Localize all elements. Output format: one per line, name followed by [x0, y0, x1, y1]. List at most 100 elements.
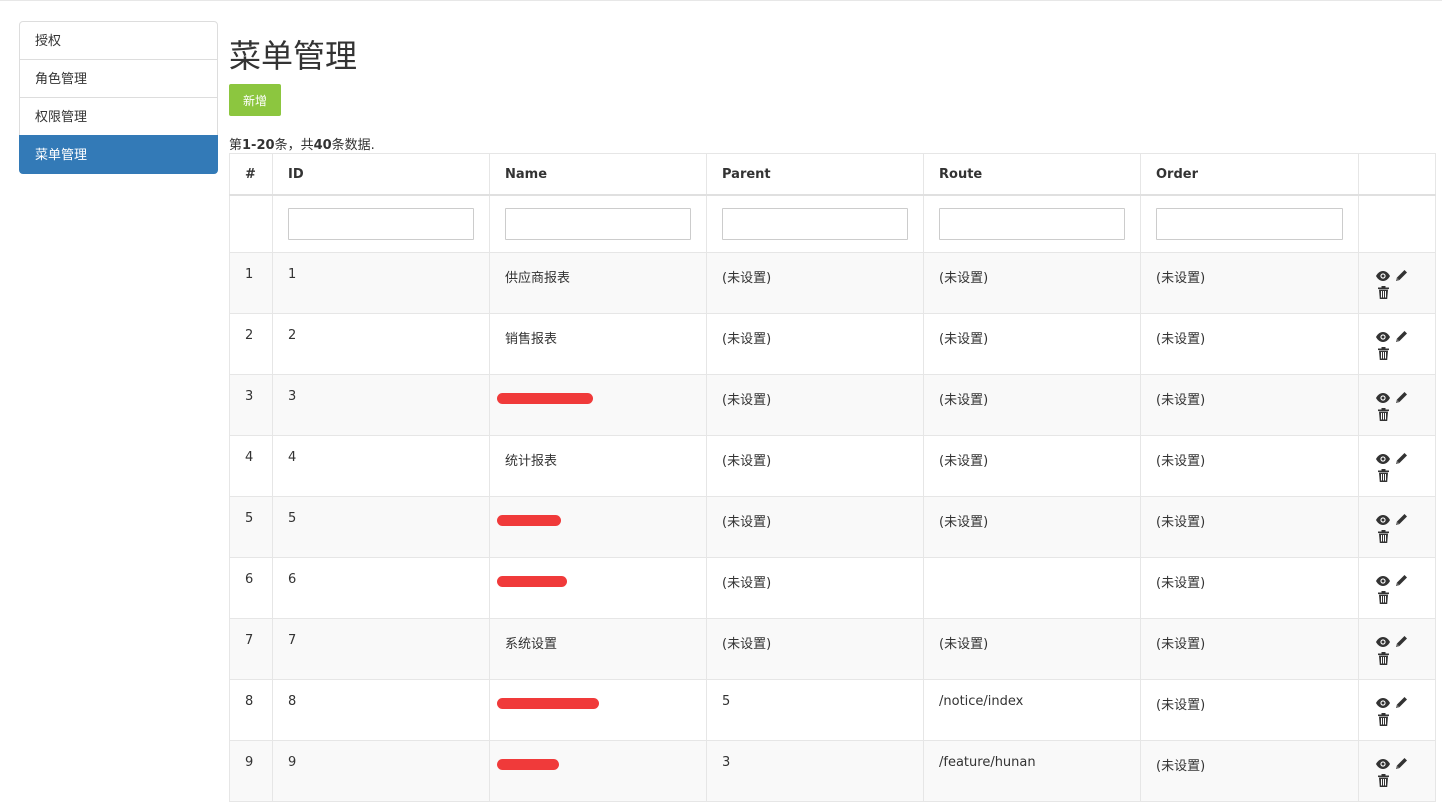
edit-icon[interactable]	[1392, 572, 1410, 589]
cell-id: 9	[272, 740, 490, 802]
cell-index: 2	[229, 313, 273, 375]
edit-icon[interactable]	[1392, 694, 1410, 711]
table-header-row: # ID Name Parent Route Order	[229, 153, 1436, 196]
cell-id: 4	[272, 435, 490, 497]
cell-id: 3	[272, 374, 490, 436]
add-button[interactable]: 新增	[229, 84, 281, 116]
view-icon[interactable]	[1374, 694, 1392, 711]
cell-name: 系统设置	[489, 618, 707, 680]
filter-cell-parent	[706, 194, 924, 253]
delete-icon[interactable]	[1374, 284, 1392, 301]
delete-icon[interactable]	[1374, 650, 1392, 667]
edit-icon[interactable]	[1392, 511, 1410, 528]
cell-parent: (未设置)	[706, 374, 924, 436]
row-actions	[1374, 511, 1410, 545]
sidebar-item-role-management[interactable]: 角色管理	[19, 59, 218, 98]
summary-range: 1-20	[242, 138, 275, 153]
delete-icon[interactable]	[1374, 589, 1392, 606]
table-row: 6 6 (未设置) (未设置)	[229, 557, 1436, 619]
row-actions	[1374, 755, 1410, 789]
view-icon[interactable]	[1374, 572, 1392, 589]
edit-icon[interactable]	[1392, 755, 1410, 772]
cell-route: (未设置)	[923, 374, 1141, 436]
cell-actions	[1358, 313, 1436, 375]
cell-actions	[1358, 740, 1436, 802]
cell-order: (未设置)	[1140, 496, 1359, 558]
sidebar-item-permission-management[interactable]: 权限管理	[19, 97, 218, 136]
cell-id: 8	[272, 679, 490, 741]
edit-icon[interactable]	[1392, 389, 1410, 406]
cell-id: 7	[272, 618, 490, 680]
cell-route: (未设置)	[923, 313, 1141, 375]
column-header-route[interactable]: Route	[923, 153, 1141, 196]
cell-index: 6	[229, 557, 273, 619]
cell-parent: (未设置)	[706, 496, 924, 558]
column-header-parent[interactable]: Parent	[706, 153, 924, 196]
redaction-mark	[497, 576, 567, 587]
cell-order: (未设置)	[1140, 435, 1359, 497]
cell-id: 1	[272, 252, 490, 314]
redaction-mark	[497, 698, 599, 709]
edit-icon[interactable]	[1392, 633, 1410, 650]
top-border	[0, 0, 1442, 1]
view-icon[interactable]	[1374, 389, 1392, 406]
view-icon[interactable]	[1374, 450, 1392, 467]
delete-icon[interactable]	[1374, 345, 1392, 362]
delete-icon[interactable]	[1374, 711, 1392, 728]
cell-id: 5	[272, 496, 490, 558]
cell-parent: (未设置)	[706, 313, 924, 375]
view-icon[interactable]	[1374, 633, 1392, 650]
cell-route: (未设置)	[923, 252, 1141, 314]
delete-icon[interactable]	[1374, 772, 1392, 789]
filter-parent-input[interactable]	[722, 208, 908, 240]
edit-icon[interactable]	[1392, 450, 1410, 467]
filter-order-input[interactable]	[1156, 208, 1343, 240]
view-icon[interactable]	[1374, 511, 1392, 528]
filter-name-input[interactable]	[505, 208, 691, 240]
cell-name	[489, 374, 707, 436]
summary-suffix: 条数据.	[331, 138, 375, 153]
view-icon[interactable]	[1374, 328, 1392, 345]
row-actions	[1374, 328, 1410, 362]
view-icon[interactable]	[1374, 755, 1392, 772]
cell-order: (未设置)	[1140, 374, 1359, 436]
row-actions	[1374, 572, 1410, 606]
cell-route: /feature/hunan	[923, 740, 1141, 802]
menu-table: # ID Name Parent Route Order 1 1 供应商报表 (未设置…	[229, 153, 1436, 802]
filter-row	[229, 194, 1436, 253]
table-row: 9 9 3/feature/hunan (未设置)	[229, 740, 1436, 802]
column-header-id[interactable]: ID	[272, 153, 490, 196]
cell-order: (未设置)	[1140, 679, 1359, 741]
delete-icon[interactable]	[1374, 467, 1392, 484]
row-actions	[1374, 633, 1410, 667]
sidebar-item-menu-management[interactable]: 菜单管理	[19, 135, 218, 174]
page-title: 菜单管理	[229, 37, 358, 75]
filter-id-input[interactable]	[288, 208, 474, 240]
edit-icon[interactable]	[1392, 267, 1410, 284]
summary-total: 40	[313, 138, 332, 153]
table-row: 4 4 统计报表 (未设置) (未设置) (未设置)	[229, 435, 1436, 497]
cell-parent: 3	[706, 740, 924, 802]
redaction-mark	[497, 393, 593, 404]
table-row: 3 3 (未设置) (未设置) (未设置)	[229, 374, 1436, 436]
delete-icon[interactable]	[1374, 406, 1392, 423]
column-header-name[interactable]: Name	[489, 153, 707, 196]
delete-icon[interactable]	[1374, 528, 1392, 545]
filter-cell-order	[1140, 194, 1359, 253]
cell-index: 4	[229, 435, 273, 497]
view-icon[interactable]	[1374, 267, 1392, 284]
edit-icon[interactable]	[1392, 328, 1410, 345]
column-header-order[interactable]: Order	[1140, 153, 1359, 196]
filter-route-input[interactable]	[939, 208, 1125, 240]
row-actions	[1374, 389, 1410, 423]
column-header-actions	[1358, 153, 1436, 196]
cell-parent: (未设置)	[706, 557, 924, 619]
cell-actions	[1358, 679, 1436, 741]
cell-actions	[1358, 496, 1436, 558]
cell-actions	[1358, 557, 1436, 619]
table-row: 1 1 供应商报表 (未设置) (未设置) (未设置)	[229, 252, 1436, 314]
cell-name: 供应商报表	[489, 252, 707, 314]
sidebar-item-authorization[interactable]: 授权	[19, 21, 218, 60]
cell-actions	[1358, 374, 1436, 436]
table-row: 2 2 销售报表 (未设置) (未设置) (未设置)	[229, 313, 1436, 375]
